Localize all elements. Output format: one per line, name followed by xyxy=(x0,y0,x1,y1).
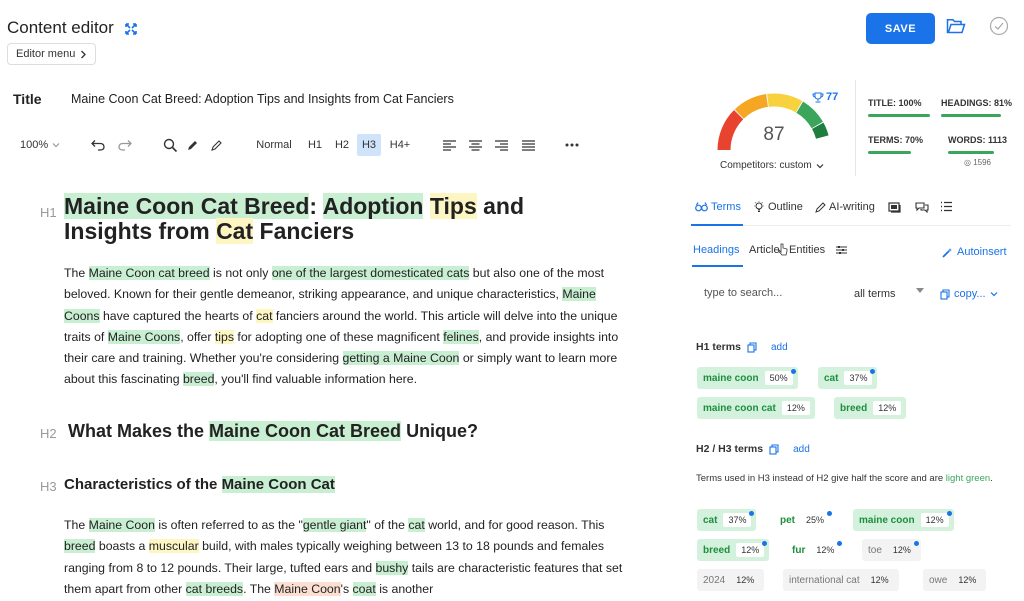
tab-outline[interactable]: Outline xyxy=(753,201,803,213)
document-h3[interactable]: Characteristics of the Maine Coon Cat xyxy=(64,476,335,493)
content-score: 87 77 Competitors: custom xyxy=(708,86,848,181)
images-icon[interactable] xyxy=(888,201,902,213)
term-chip[interactable]: cat 37% xyxy=(697,509,757,531)
document-h1[interactable]: Maine Coon Cat Breed: Adoption Tips and I… xyxy=(64,193,584,244)
save-button[interactable]: SAVE xyxy=(866,13,935,44)
app-title: Content editor xyxy=(7,18,114,37)
redo-icon[interactable] xyxy=(117,134,133,156)
h1-terms-header: H1 terms add xyxy=(696,341,788,353)
h1-add-link[interactable]: add xyxy=(771,342,788,353)
search-icon[interactable] xyxy=(161,134,179,156)
h1-tag: H1 xyxy=(40,205,57,220)
editor-menu-button[interactable]: Editor menu xyxy=(7,43,97,65)
pen-icon xyxy=(815,201,826,213)
term-search-input[interactable] xyxy=(704,287,844,299)
folder-icon[interactable] xyxy=(946,18,966,35)
heading-h1[interactable]: H1 xyxy=(304,134,326,156)
chevron-right-icon xyxy=(81,50,87,58)
lightbulb-icon xyxy=(754,201,764,212)
term-chip[interactable]: 2024 12% xyxy=(697,569,765,591)
pencil-icon[interactable] xyxy=(208,134,224,156)
heading-h3[interactable]: H3 xyxy=(357,134,381,156)
autoinsert-button[interactable]: Autoinsert xyxy=(942,246,1007,258)
terms-filter-select[interactable]: all terms xyxy=(854,288,924,300)
term-chip[interactable]: owe 12% xyxy=(923,569,987,591)
metric-terms: TERMS: 70% xyxy=(868,135,930,154)
chat-icon[interactable] xyxy=(915,201,929,213)
check-circle-icon[interactable] xyxy=(989,16,1009,36)
chevron-down-icon xyxy=(816,163,824,168)
align-center-icon[interactable] xyxy=(467,134,483,156)
subtab-article[interactable]: Article xyxy=(749,244,780,256)
marker-icon[interactable] xyxy=(184,134,200,156)
tab-indicator xyxy=(691,224,743,226)
more-icon[interactable] xyxy=(564,134,580,156)
gauge-segment xyxy=(796,101,823,129)
copy-icon[interactable] xyxy=(747,341,757,353)
heading-h4-plus[interactable]: H4+ xyxy=(386,134,414,156)
undo-icon[interactable] xyxy=(90,134,106,156)
trophy-icon xyxy=(812,92,824,102)
copy-icon xyxy=(940,288,950,300)
heading-h2[interactable]: H2 xyxy=(331,134,353,156)
copy-button[interactable]: copy... xyxy=(940,288,998,300)
h2h3-note: Terms used in H3 instead of H2 give half… xyxy=(696,473,993,484)
heading-normal[interactable]: Normal xyxy=(253,134,295,156)
editor-toolbar: 100% Normal H1 H2 H3 H4+ xyxy=(20,134,590,156)
term-chip[interactable]: breed 12% xyxy=(697,539,770,561)
term-chip[interactable]: international cat 12% xyxy=(783,569,899,591)
term-chip[interactable]: breed 12% xyxy=(834,397,907,419)
zoom-select[interactable]: 100% xyxy=(20,134,60,156)
metric-headings: HEADINGS: 81% xyxy=(941,98,1015,117)
cursor-icon xyxy=(778,243,788,256)
list-icon[interactable] xyxy=(940,201,952,212)
h2h3-add-link[interactable]: add xyxy=(793,444,810,455)
paragraph-1[interactable]: The Maine Coon cat breed is not only one… xyxy=(64,263,629,391)
expand-icon[interactable] xyxy=(124,22,138,36)
term-chip[interactable]: maine coon cat 12% xyxy=(697,397,815,419)
align-left-icon[interactable] xyxy=(441,134,457,156)
copy-icon[interactable] xyxy=(769,443,779,455)
h2h3-terms-header: H2 / H3 terms add xyxy=(696,443,810,455)
metric-words: WORDS: 1113 ◎ 1596 xyxy=(948,135,1008,167)
tab-ai-writing[interactable]: AI-writing xyxy=(815,201,875,213)
divider xyxy=(855,80,856,176)
subtab-entities[interactable]: Entities xyxy=(789,244,825,256)
h3-tag: H3 xyxy=(40,479,57,494)
title-input[interactable]: Maine Coon Cat Breed: Adoption Tips and … xyxy=(71,92,454,106)
title-label: Title xyxy=(13,91,42,107)
term-chip[interactable]: maine coon 12% xyxy=(853,509,954,531)
top-score: 77 xyxy=(812,91,838,103)
align-justify-icon[interactable] xyxy=(520,134,536,156)
zoom-value: 100% xyxy=(20,139,49,151)
terms-icon xyxy=(695,202,708,212)
subtab-indicator xyxy=(692,265,743,267)
document-h2[interactable]: What Makes the Maine Coon Cat Breed Uniq… xyxy=(68,421,478,442)
term-chip[interactable]: maine coon 50% xyxy=(697,367,798,389)
magic-wand-icon xyxy=(942,247,952,258)
chevron-down-icon xyxy=(990,292,998,297)
paragraph-2[interactable]: The Maine Coon is often referred to as t… xyxy=(64,515,629,600)
term-chip[interactable]: pet 25% xyxy=(774,509,834,531)
gauge-segment xyxy=(734,94,769,119)
score-value: 87 xyxy=(763,124,785,145)
term-chip[interactable]: toe 12% xyxy=(862,539,921,561)
target-icon: ◎ xyxy=(964,158,974,167)
term-chip[interactable]: cat 37% xyxy=(818,367,878,389)
chevron-down-icon xyxy=(52,143,60,148)
editor-menu-label: Editor menu xyxy=(16,48,76,60)
term-chip[interactable]: fur 12% xyxy=(786,539,844,561)
sliders-icon[interactable] xyxy=(836,245,847,258)
h2-tag: H2 xyxy=(40,426,57,441)
metric-title: TITLE: 100% xyxy=(868,98,930,117)
gauge-segment xyxy=(767,93,803,113)
competitors-select[interactable]: Competitors: custom xyxy=(720,160,824,171)
caret-down-icon xyxy=(916,288,924,293)
tab-terms[interactable]: Terms xyxy=(695,201,741,213)
subtab-headings[interactable]: Headings xyxy=(693,244,739,256)
align-right-icon[interactable] xyxy=(493,134,509,156)
